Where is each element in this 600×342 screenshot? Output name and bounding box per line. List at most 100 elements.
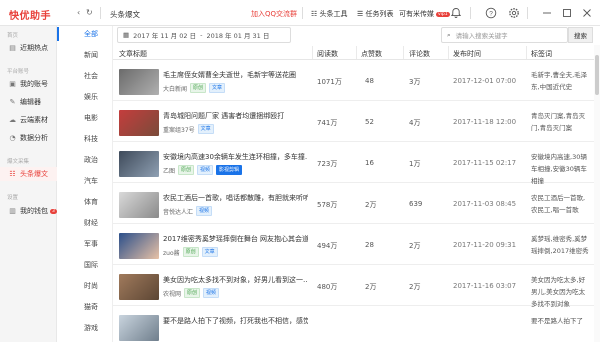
help-icon[interactable]: ? [485, 7, 497, 19]
search-input[interactable]: ⌕ 请输入搜索关键字 [441, 27, 568, 43]
table-row[interactable]: 青岛城阳问题厂家 遇害者均遭捆绑殴打 重案组37号 文章 741万 52 4万 … [113, 102, 594, 142]
chevron-left-icon[interactable]: ‹ [77, 8, 80, 17]
user-menu[interactable]: 可有米传媒 vip1 [399, 9, 450, 19]
category-item[interactable]: 军事 [57, 237, 113, 251]
category-item[interactable]: 政治 [57, 153, 113, 167]
category-item[interactable]: 体育 [57, 195, 113, 209]
filter-bar: ▦ 2017 年 11 月 02 日 - 2018 年 01 月 31 日 ⌕ … [113, 26, 600, 44]
table-row[interactable]: 安徽境内高速30余辆车发生连环相撞，多车撞… 乙图 原创 视频 影视剪辑 723… [113, 143, 594, 185]
article-thumbnail [119, 315, 159, 341]
category-item[interactable]: 游戏 [57, 321, 113, 335]
category-item[interactable]: 科技 [57, 132, 113, 146]
account-icon: ▣ [9, 80, 16, 88]
article-title[interactable]: 安徽境内高速30余辆车发生连环相撞，多车撞… [163, 152, 308, 162]
label-words: 安徽境内高速,30辆车相撞,安徽30辆车相撞 [531, 153, 587, 185]
category-item[interactable]: 娱乐 [57, 90, 113, 104]
article-author: 乙图 [163, 167, 176, 175]
comments-value: 2万 [409, 283, 421, 291]
task-list-button[interactable]: ☰ 任务列表 [357, 9, 394, 19]
bell-icon[interactable] [450, 7, 462, 19]
sidebar-item-cloud[interactable]: ☁ 云端素材 [0, 113, 57, 127]
svg-text:?: ? [489, 10, 493, 17]
article-title[interactable]: 2017维密秀奚梦瑶摔倒在舞台 网友抱心其会道… [163, 234, 308, 244]
tag-badge: 原创 [178, 165, 195, 175]
category-item[interactable]: 猫奇 [57, 300, 113, 314]
category-item[interactable]: 新闻 [57, 48, 113, 62]
column-header-comments[interactable]: 评论数 [409, 49, 430, 59]
column-header-likes[interactable]: 点赞数 [361, 49, 382, 59]
divider [100, 7, 101, 19]
comments-value: 2万 [409, 242, 421, 250]
close-icon[interactable] [581, 7, 593, 19]
scrollbar-thumb[interactable] [595, 55, 599, 95]
toutiao-tool-label: 头条工具 [319, 10, 348, 18]
date-separator: - [200, 31, 203, 39]
article-title[interactable]: 毛主席侄女婿曹全夫逝世，毛新宇等送花圈 [163, 70, 308, 80]
gear-icon[interactable] [508, 7, 520, 19]
analytics-icon: ◔ [9, 134, 16, 142]
article-author: zuo酱 [163, 249, 180, 257]
article-title[interactable]: 青岛城阳问题厂家 遇害者均遭捆绑殴打 [163, 111, 308, 121]
article-title[interactable]: 农民工酒后一首歌，唱话都散雕，有胆就来听听 [163, 193, 308, 203]
sidebar-item-wallet[interactable]: ▥ 我的钱包 3 [0, 204, 57, 218]
minimize-icon[interactable] [541, 7, 553, 19]
vip-badge: vip1 [436, 12, 450, 17]
category-item[interactable]: 电影 [57, 111, 113, 125]
label-words: 青岛灭门案,青岛灭门,青岛灭门案 [531, 112, 586, 132]
article-title[interactable]: 要不是路人拍下了视频，打死我也不相信，感觉… [163, 316, 308, 326]
sidebar-item-editor[interactable]: ✎ 编辑器 [0, 95, 57, 109]
column-header-reads[interactable]: 阅读数 [317, 49, 338, 59]
article-table: 文章标题 阅读数 点赞数 评论数 发布时间 标签词 毛主席侄女婿曹全夫逝世，毛新… [113, 45, 594, 342]
refresh-icon[interactable]: ↻ [86, 8, 93, 17]
sidebar-item-toutiao-articles[interactable]: ☷ 头条爆文 [0, 167, 57, 181]
comments-value: 3万 [409, 78, 421, 86]
comments-value: 639 [409, 200, 423, 208]
maximize-icon[interactable] [561, 7, 573, 19]
wallet-badge: 3 [50, 208, 57, 214]
toutiao-tool-button[interactable]: ☷ 头条工具 [311, 9, 348, 19]
qq-group-link[interactable]: 加入QQ交流群 [251, 9, 297, 19]
search-button[interactable]: 搜索 [568, 27, 593, 43]
label-words: 农民工酒后一首歌,农民工,唱一首歌 [531, 194, 586, 214]
divider [526, 46, 527, 59]
article-thumbnail [119, 192, 159, 218]
sidebar-item-account[interactable]: ▣ 我的账号 [0, 77, 57, 91]
sidebar-item-hot[interactable]: ▤ 近期热点 [0, 41, 57, 55]
table-row[interactable]: 要不是路人拍下了视频，打死我也不相信，感觉… 要不是路人拍下了 [113, 307, 594, 342]
sidebar-item-label: 编辑器 [20, 98, 41, 106]
publish-time: 2017-12-01 07:00 [453, 77, 517, 85]
tag-badge: 文章 [209, 83, 226, 93]
task-list-icon: ☰ [357, 10, 364, 18]
sidebar-item-analytics[interactable]: ◔ 数据分析 [0, 131, 57, 145]
article-thumbnail [119, 233, 159, 259]
table-row[interactable]: 毛主席侄女婿曹全夫逝世，毛新宇等送花圈 大白新闻 原创 文章 1071万 48 … [113, 61, 594, 101]
likes-value: 16 [365, 159, 374, 167]
sidebar-section-title: 爆文采集 [7, 159, 30, 165]
category-item[interactable]: 财经 [57, 216, 113, 230]
article-meta: 大白新闻 原创 文章 [163, 83, 226, 93]
date-range-picker[interactable]: ▦ 2017 年 11 月 02 日 - 2018 年 01 月 31 日 [117, 27, 291, 43]
sidebar-item-label: 近期热点 [20, 44, 48, 52]
hot-icon: ▤ [9, 44, 16, 52]
category-all[interactable]: 全部 [57, 27, 113, 41]
category-item[interactable]: 国际 [57, 258, 113, 272]
title-bar: 快优助手 ‹ ↻ 头条爆文 加入QQ交流群 ☷ 头条工具 ☰ 任务列表 可有米传… [0, 0, 600, 26]
search-placeholder: 请输入搜索关键字 [455, 32, 508, 40]
reads-value: 723万 [317, 160, 338, 168]
table-row[interactable]: 2017维密秀奚梦瑶摔倒在舞台 网友抱心其会道… zuo酱 原创 文章 494万… [113, 225, 594, 265]
article-title[interactable]: 美女因为吃太多找不到对象，好男儿看到这一… [163, 275, 308, 285]
table-row[interactable]: 美女因为吃太多找不到对象，好男儿看到这一… 农视网 原创 视频 480万 2万 … [113, 266, 594, 308]
category-item[interactable]: 汽车 [57, 174, 113, 188]
category-item[interactable]: 时尚 [57, 279, 113, 293]
article-meta: 重案组37号 文章 [163, 124, 214, 134]
scrollbar[interactable] [594, 45, 600, 342]
reads-value: 1071万 [317, 78, 342, 86]
column-header-title: 文章标题 [119, 50, 147, 58]
reads-value: 578万 [317, 201, 338, 209]
date-end: 2018 年 01 月 31 日 [206, 32, 270, 40]
column-header-time[interactable]: 发布时间 [453, 49, 481, 59]
comments-value: 4万 [409, 119, 421, 127]
category-item[interactable]: 社会 [57, 69, 113, 83]
table-header: 文章标题 阅读数 点赞数 评论数 发布时间 标签词 [113, 45, 594, 60]
table-row[interactable]: 农民工酒后一首歌，唱话都散雕，有胆就来听听 音悦达人汇 视频 578万 2万 6… [113, 184, 594, 224]
